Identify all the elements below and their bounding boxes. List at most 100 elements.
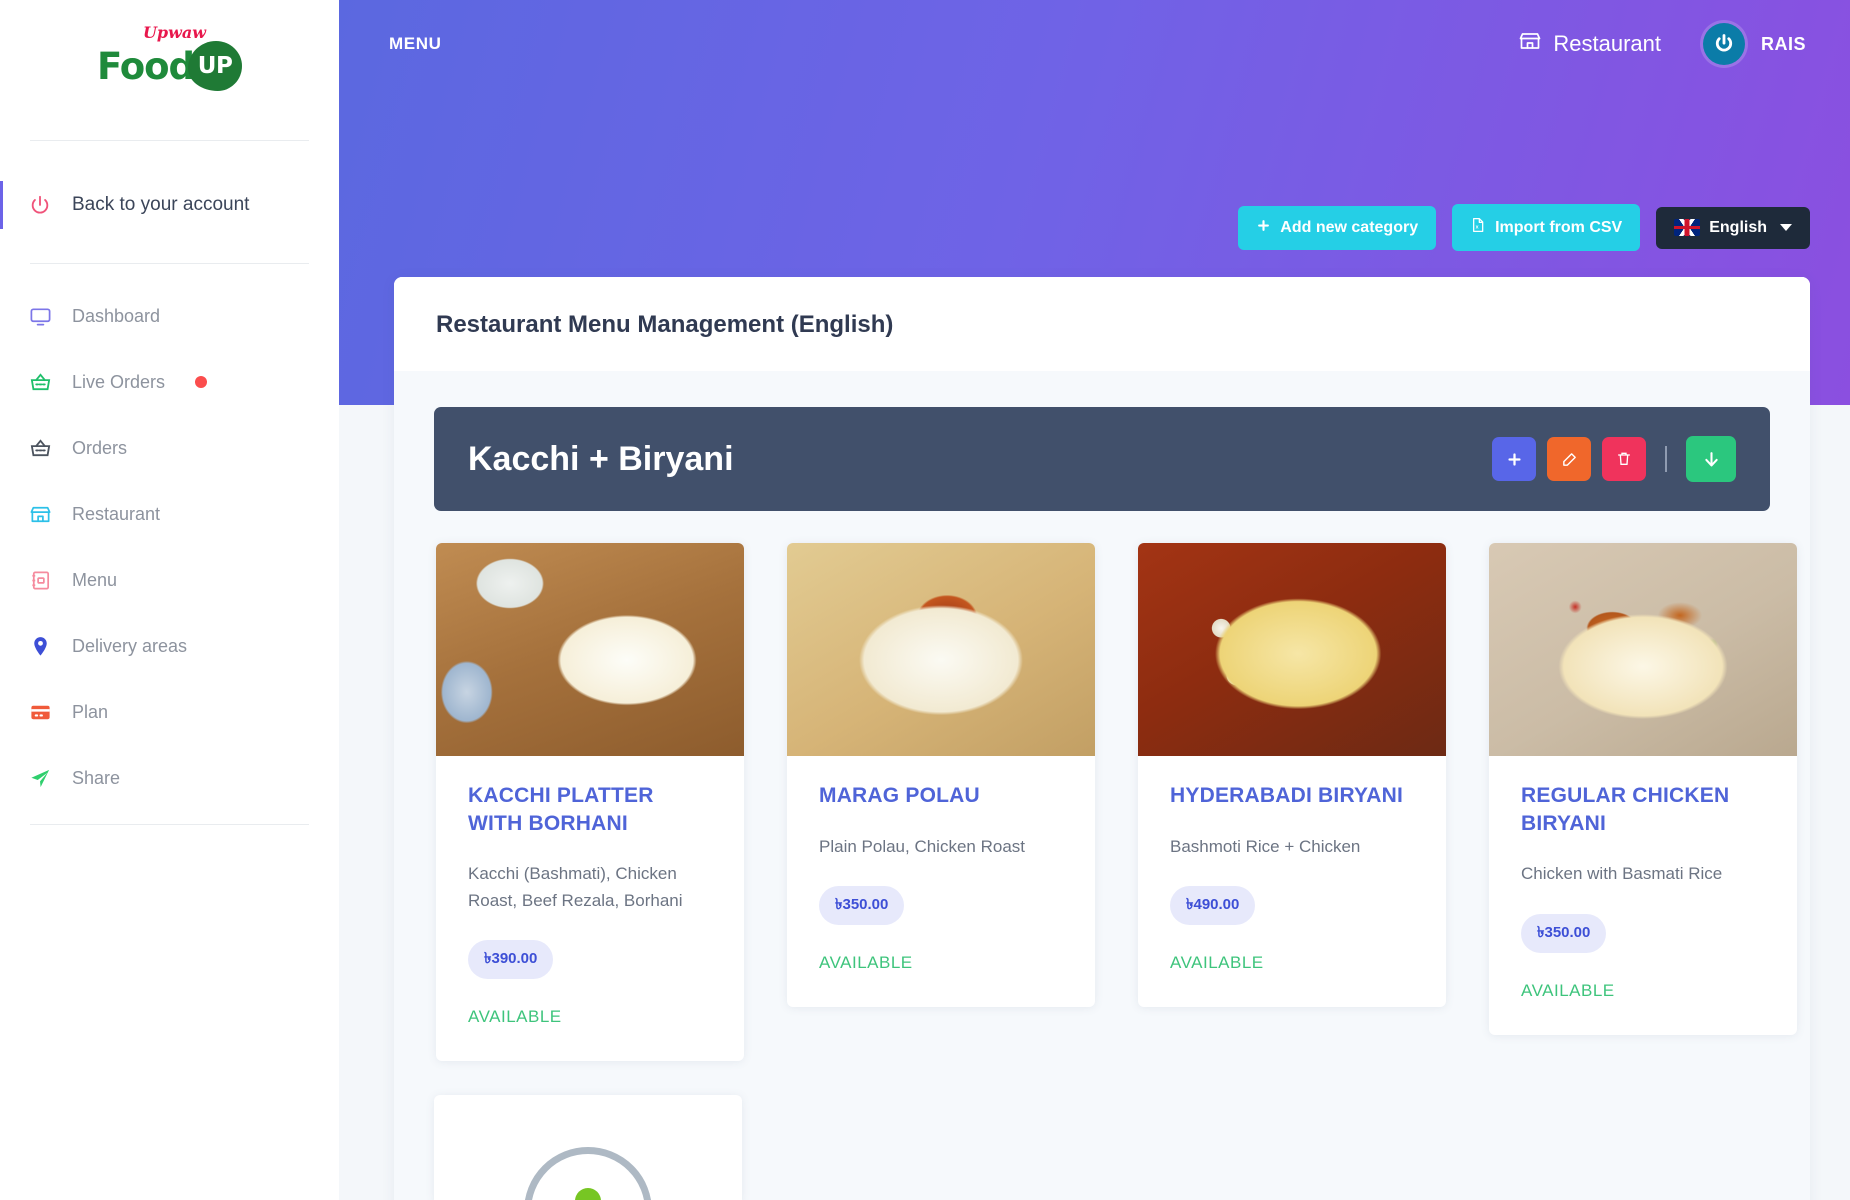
menu-item-image: [436, 543, 744, 756]
sidebar-item-label: Live Orders: [72, 371, 166, 392]
add-new-category-label: Add new category: [1280, 218, 1419, 236]
language-selector-button[interactable]: English: [1656, 206, 1810, 249]
store-icon: [1518, 29, 1542, 59]
language-label: English: [1709, 218, 1767, 236]
import-from-csv-button[interactable]: x Import from CSV: [1452, 204, 1641, 251]
sidebar-item-label: Restaurant: [72, 503, 161, 524]
menu-item-card[interactable]: MARAG POLAU Plain Polau, Chicken Roast ৳…: [787, 543, 1095, 1008]
restaurant-link-label: Restaurant: [1553, 31, 1661, 56]
logo-blob-icon: UP: [188, 41, 243, 91]
sidebar-item-back-to-account[interactable]: Back to your account: [0, 179, 339, 231]
logo-up-text: UP: [197, 53, 233, 79]
sidebar: Upwaw Food UP Back to your account Dashb…: [0, 0, 339, 1200]
store-icon: [28, 502, 52, 526]
menu-item-image-placeholder: [524, 1147, 652, 1200]
sidebar-item-share[interactable]: Share: [0, 752, 339, 804]
page-title: Restaurant Menu Management (English): [436, 311, 894, 338]
collapse-category-button[interactable]: [1686, 436, 1736, 482]
menu-item-status: AVAILABLE: [1170, 953, 1264, 973]
menu-item-card[interactable]: HYDERABADI BIRYANI Bashmoti Rice + Chick…: [1138, 543, 1446, 1008]
category-header: Kacchi + Biryani: [434, 407, 1770, 511]
pin-icon: [28, 634, 52, 658]
menu-item-card[interactable]: KACCHI PLATTER WITH BORHANI Kacchi (Bash…: [436, 543, 744, 1062]
menu-item-title: HYDERABADI BIRYANI: [1170, 784, 1404, 807]
menu-item-card[interactable]: REGULAR CHICKEN BIRYANI Chicken with Bas…: [1489, 543, 1797, 1035]
menu-item-description: Bashmoti Rice + Chicken: [1170, 836, 1361, 856]
menu-item-status: AVAILABLE: [819, 953, 913, 973]
panel-title-bar: Restaurant Menu Management (English): [394, 277, 1810, 371]
menu-item-image: [1489, 543, 1797, 756]
edit-category-button[interactable]: [1547, 437, 1591, 481]
username-label: RAIS: [1760, 33, 1806, 54]
menu-item-card-partial[interactable]: [434, 1095, 742, 1200]
power-icon: [28, 193, 52, 217]
live-orders-badge-dot: [195, 376, 208, 388]
menu-item-price: ৳350.00: [819, 886, 905, 926]
menu-item-title: MARAG POLAU: [819, 784, 980, 807]
user-menu[interactable]: RAIS: [1702, 23, 1806, 65]
menu-item-price: ৳390.00: [468, 940, 554, 980]
menu-item-title: KACCHI PLATTER WITH BORHANI: [468, 784, 654, 835]
menu-item-image: [787, 543, 1095, 756]
sidebar-item-label: Back to your account: [72, 194, 250, 215]
basket-icon: [28, 370, 52, 394]
menu-item-description: Kacchi (Bashmati), Chicken Roast, Beef R…: [468, 864, 683, 910]
sidebar-item-label: Plan: [72, 701, 109, 722]
top-bar-right: Restaurant RAIS: [1518, 23, 1806, 65]
sidebar-item-orders[interactable]: Orders: [0, 422, 339, 474]
logo-upwaw-text: Upwaw: [142, 23, 206, 42]
import-from-csv-label: Import from CSV: [1495, 218, 1623, 236]
header-action-buttons: Add new category x Import from CSV Engli…: [1238, 204, 1810, 251]
sidebar-item-dashboard[interactable]: Dashboard: [0, 290, 339, 342]
uk-flag-icon: [1674, 219, 1701, 236]
app-root: Upwaw Food UP Back to your account Dashb…: [0, 0, 1850, 1200]
app-logo[interactable]: Upwaw Food UP: [0, 0, 339, 120]
menu-item-status: AVAILABLE: [1521, 980, 1615, 1000]
image-accent-dot: [575, 1188, 601, 1200]
menu-item-cards: KACCHI PLATTER WITH BORHANI Kacchi (Bash…: [434, 511, 1797, 1062]
menu-item-description: Plain Polau, Chicken Roast: [819, 836, 1026, 856]
top-bar: MENU Restaurant RAIS: [339, 0, 1850, 88]
sidebar-item-menu[interactable]: Menu: [0, 554, 339, 606]
plus-icon: [1256, 218, 1271, 238]
sidebar-divider-top: [30, 140, 309, 141]
avatar: [1702, 23, 1745, 65]
menu-label: MENU: [389, 34, 442, 53]
sidebar-item-live-orders[interactable]: Live Orders: [0, 356, 339, 408]
menu-item-image: [1138, 543, 1446, 756]
basket-icon: [28, 436, 52, 460]
card-icon: [28, 700, 52, 724]
panel-body: Kacchi + Biryani KACCHI PLATTER WITH BOR…: [394, 371, 1810, 1200]
sidebar-item-label: Orders: [72, 437, 128, 458]
menu-management-panel: Restaurant Menu Management (English) Kac…: [394, 277, 1810, 1200]
chevron-down-icon: [1780, 224, 1792, 231]
menu-book-icon: [28, 568, 52, 592]
category-action-buttons: [1492, 436, 1736, 482]
sidebar-item-label: Dashboard: [72, 305, 161, 326]
csv-file-icon: x: [1470, 216, 1486, 239]
monitor-icon: [28, 304, 52, 328]
menu-item-price: ৳490.00: [1170, 886, 1256, 926]
svg-text:x: x: [1476, 225, 1479, 231]
add-item-button[interactable]: [1492, 437, 1536, 481]
main-content: MENU Restaurant RAIS Add new category x …: [339, 0, 1850, 1200]
logo-food-text: Food: [96, 44, 195, 88]
send-icon: [28, 766, 52, 790]
action-separator: [1665, 446, 1667, 472]
delete-category-button[interactable]: [1602, 437, 1646, 481]
sidebar-item-label: Share: [72, 767, 121, 788]
sidebar-item-delivery-areas[interactable]: Delivery areas: [0, 620, 339, 672]
menu-item-status: AVAILABLE: [468, 1007, 562, 1027]
menu-item-title: REGULAR CHICKEN BIRYANI: [1521, 784, 1730, 835]
sidebar-item-label: Menu: [72, 569, 118, 590]
sidebar-nav: Dashboard Live Orders Orders Restaurant …: [0, 290, 339, 804]
sidebar-item-plan[interactable]: Plan: [0, 686, 339, 738]
sidebar-item-restaurant[interactable]: Restaurant: [0, 488, 339, 540]
category-name: Kacchi + Biryani: [468, 439, 734, 478]
menu-item-price: ৳350.00: [1521, 913, 1607, 953]
add-new-category-button[interactable]: Add new category: [1238, 205, 1437, 250]
sidebar-divider-mid: [30, 263, 309, 264]
restaurant-link[interactable]: Restaurant: [1518, 29, 1661, 59]
sidebar-item-label: Delivery areas: [72, 635, 188, 656]
sidebar-divider-bottom: [30, 824, 309, 825]
